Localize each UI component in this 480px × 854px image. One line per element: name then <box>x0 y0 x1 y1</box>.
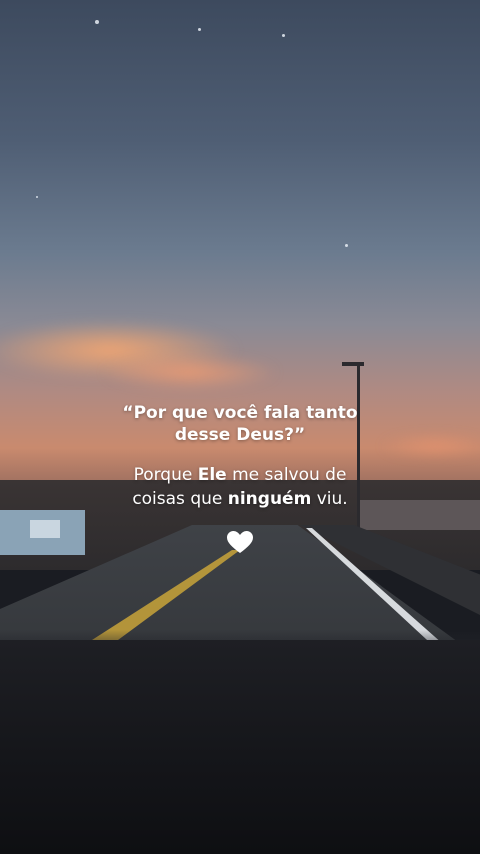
answer-text: Porque Ele me salvou de coisas que ningu… <box>0 463 480 511</box>
building <box>30 520 60 538</box>
street-light-lamp <box>342 362 364 366</box>
answer-line-1-start: Porque <box>133 465 198 485</box>
answer-line-1-end: me salvou de <box>226 465 347 485</box>
answer-line-2: coisas que ninguém viu. <box>0 487 480 511</box>
heart-icon <box>227 531 253 553</box>
answer-line-2-end: viu. <box>311 489 348 509</box>
question-line-2: desse Deus?” <box>174 425 306 445</box>
windshield-speck <box>345 244 348 247</box>
question-line-1: “Por que você fala tanto <box>122 403 358 423</box>
answer-emphasis-ele: Ele <box>197 465 227 485</box>
sunset-cloud <box>100 355 280 390</box>
answer-emphasis-ninguem: ninguém <box>227 489 312 509</box>
windshield-speck <box>282 34 285 37</box>
windshield-speck <box>198 28 201 31</box>
answer-line-1: Porque Ele me salvou de <box>0 463 480 487</box>
windshield-speck <box>95 20 99 24</box>
answer-line-2-start: coisas que <box>132 489 228 509</box>
question-text: “Por que você fala tanto desse Deus?” <box>0 402 480 446</box>
car-dashboard <box>0 640 480 854</box>
windshield-speck <box>36 196 38 198</box>
